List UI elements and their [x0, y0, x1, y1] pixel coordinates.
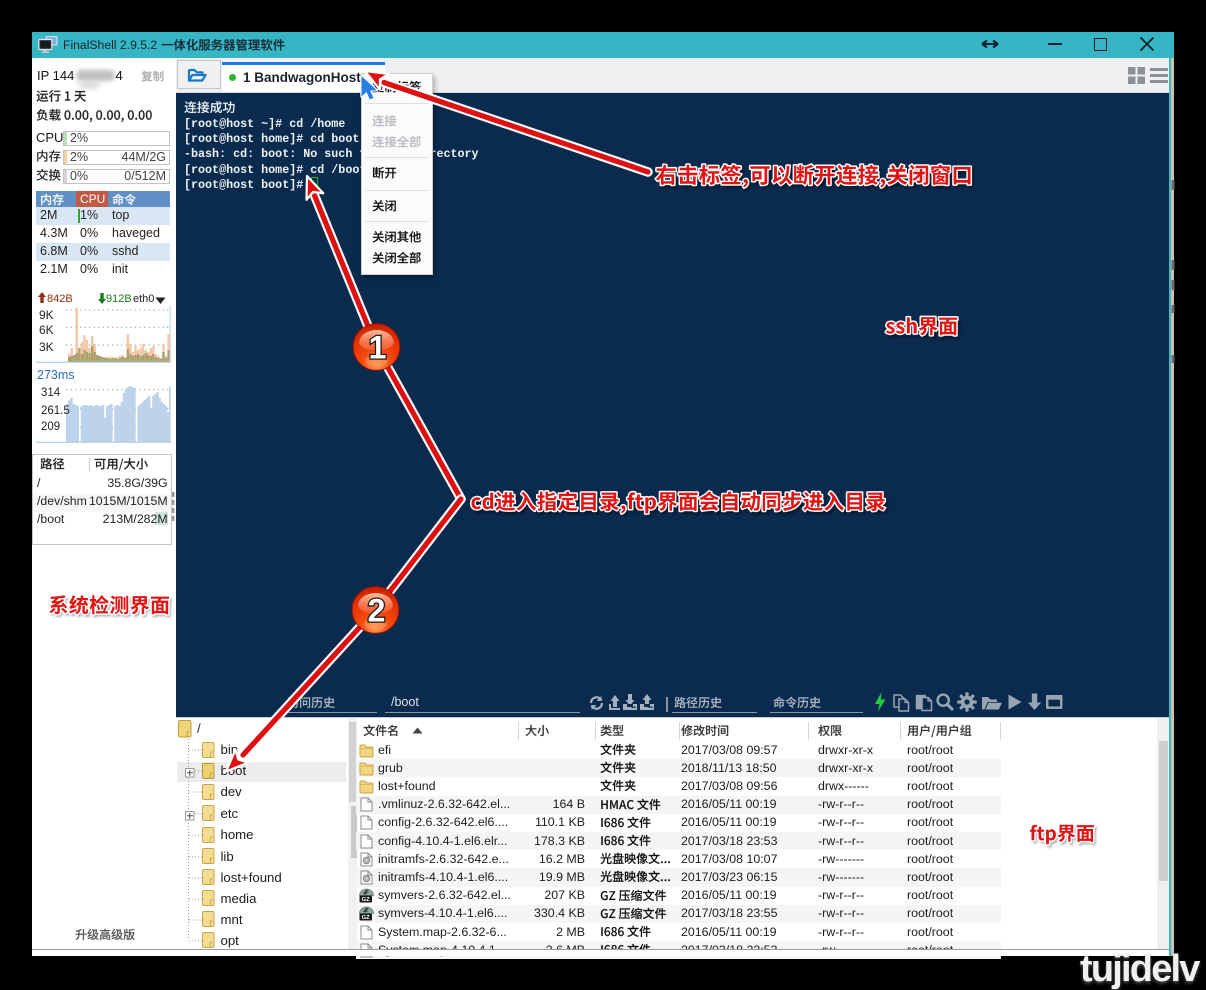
svg-text:1: 1 — [369, 330, 387, 366]
svg-text:2: 2 — [368, 593, 386, 629]
